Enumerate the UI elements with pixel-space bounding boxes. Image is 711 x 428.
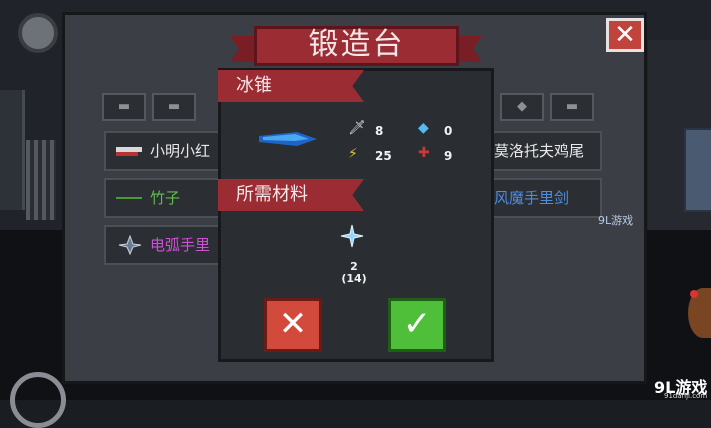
background-pipes bbox=[26, 140, 56, 220]
ice-shard-icon bbox=[340, 224, 364, 248]
watermark: 9L游戏 bbox=[598, 214, 634, 227]
background-robot bbox=[684, 128, 711, 212]
energy-gem-icon: ◆ bbox=[418, 120, 429, 136]
list-item[interactable]: 小明小红 bbox=[104, 131, 224, 171]
item-detail-popup bbox=[218, 68, 494, 362]
shuriken-icon bbox=[118, 235, 142, 255]
tab-shuriken[interactable]: ◆ bbox=[500, 93, 544, 121]
materials-ribbon: 所需材料 bbox=[218, 179, 364, 211]
sword-icon: 🗡 bbox=[348, 120, 366, 136]
critical-value: 25 bbox=[375, 149, 392, 163]
list-item[interactable]: 风魔手里剑 bbox=[486, 178, 602, 218]
list-item-label: 莫洛托夫鸡尾 bbox=[494, 142, 585, 160]
pause-button[interactable] bbox=[18, 13, 58, 53]
attack-value: 8 bbox=[375, 124, 384, 138]
list-item-label: 电弧手里 bbox=[150, 236, 211, 254]
list-item[interactable]: 竹子 bbox=[104, 178, 224, 218]
background-machine bbox=[0, 90, 25, 210]
list-item[interactable]: 电弧手里 bbox=[104, 225, 224, 265]
gun-icon bbox=[116, 147, 142, 156]
critical-icon: ⚡ bbox=[348, 146, 358, 162]
item-name-ribbon: 冰锥 bbox=[218, 70, 364, 102]
tab-rifle[interactable]: ▬ bbox=[152, 93, 196, 121]
material-total-value: (14) bbox=[341, 272, 367, 285]
tab-staff[interactable]: ▬ bbox=[550, 93, 594, 121]
forge-title: 锻造台 bbox=[254, 26, 459, 66]
list-item-label: 小明小红 bbox=[150, 142, 211, 160]
crosshair-icon: ✚ bbox=[418, 145, 430, 161]
material-count: 2 (14) bbox=[336, 261, 372, 285]
tab-pistol[interactable]: ▬ bbox=[102, 93, 146, 121]
notification-dot bbox=[690, 290, 698, 298]
joystick[interactable] bbox=[10, 372, 66, 428]
bamboo-icon bbox=[116, 197, 142, 199]
ice-cone-icon bbox=[259, 132, 317, 146]
list-item-label: 竹子 bbox=[150, 189, 181, 207]
confirm-button[interactable]: ✓ bbox=[388, 298, 446, 352]
energy-value: 0 bbox=[444, 124, 453, 138]
watermark-url: 91danji.com bbox=[664, 392, 708, 400]
accuracy-value: 9 bbox=[444, 149, 453, 163]
close-button[interactable]: ✕ bbox=[606, 18, 644, 52]
list-item[interactable]: 莫洛托夫鸡尾 bbox=[486, 131, 602, 171]
cancel-button[interactable]: ✕ bbox=[264, 298, 322, 352]
list-item-label: 风魔手里剑 bbox=[494, 189, 570, 207]
